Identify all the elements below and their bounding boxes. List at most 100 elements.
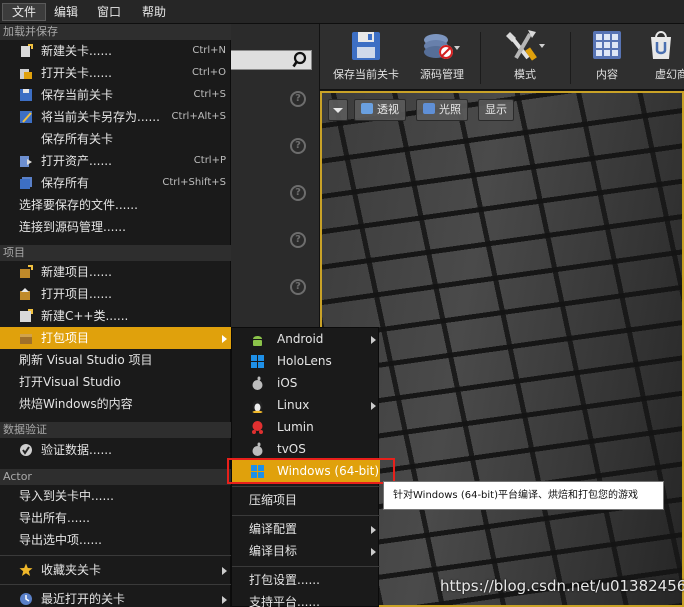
menu-window[interactable]: 窗口 — [88, 3, 130, 21]
export-selected-item[interactable]: 导出选中项...... — [0, 529, 231, 551]
submenu-label: iOS — [277, 376, 298, 390]
open-visual-studio-item[interactable]: 打开Visual Studio — [0, 371, 231, 393]
item-shortcut: Ctrl+N — [192, 45, 226, 56]
platform-android-item[interactable]: Android — [232, 328, 380, 350]
tools-icon — [506, 30, 545, 61]
save-level-as-item[interactable]: 将当前关卡另存为...... Ctrl+Alt+S — [0, 106, 231, 128]
open-level-item[interactable]: 打开关卡...... Ctrl+O — [0, 62, 231, 84]
package-project-item[interactable]: 打包项目 — [0, 327, 231, 349]
help-icon[interactable]: ? — [290, 279, 306, 295]
platform-tvos-item[interactable]: tvOS — [232, 438, 380, 460]
menu-divider — [0, 584, 231, 585]
content-button[interactable]: 内容 — [578, 24, 636, 90]
submenu-label: Linux — [277, 398, 310, 412]
item-shortcut: Ctrl+Shift+S — [162, 177, 226, 188]
section-header: 加载并保存 — [0, 24, 231, 40]
help-icon[interactable]: ? — [290, 91, 306, 107]
zip-project-item[interactable]: 压缩项目 — [232, 489, 380, 511]
refresh-visual-studio-item[interactable]: 刷新 Visual Studio 项目 — [0, 349, 231, 371]
item-label: 打开Visual Studio — [19, 375, 121, 389]
item-label: 最近打开的关卡 — [41, 592, 126, 606]
item-label: 新建C++类...... — [41, 309, 129, 323]
new-level-item[interactable]: 新建关卡...... Ctrl+N — [0, 40, 231, 62]
search-icon[interactable] — [292, 51, 310, 69]
build-configuration-item[interactable]: 编译配置 — [232, 518, 380, 540]
toolbar-label: 虚幻商城 — [655, 68, 684, 81]
item-label: 验证数据...... — [41, 443, 112, 457]
save-level-button[interactable]: 保存当前关卡 — [324, 24, 408, 90]
item-label: 刷新 Visual Studio 项目 — [19, 353, 153, 367]
annotation-highlight-box — [227, 458, 395, 484]
open-level-icon — [20, 69, 32, 79]
android-icon — [253, 336, 262, 346]
item-shortcut: Ctrl+Alt+S — [171, 111, 226, 122]
platform-linux-item[interactable]: Linux — [232, 394, 380, 416]
submenu-label: Android — [277, 332, 324, 346]
marketplace-button[interactable]: 虚幻商城 — [638, 24, 684, 90]
submenu-label: 编译配置 — [249, 522, 298, 536]
supported-platforms-item[interactable]: 支持平台...... — [232, 591, 380, 607]
cook-windows-content-item[interactable]: 烘焙Windows的内容 — [0, 393, 231, 415]
item-label: 导出选中项...... — [19, 533, 102, 547]
clock-icon — [20, 593, 32, 605]
help-icon[interactable]: ? — [290, 138, 306, 154]
submenu-label: 支持平台...... — [249, 595, 320, 607]
submenu-label: tvOS — [277, 442, 306, 456]
toolbar-label: 源码管理 — [420, 68, 464, 81]
submenu-arrow-icon — [222, 596, 227, 604]
show-button[interactable]: 显示 — [478, 99, 514, 121]
item-label: 保存所有 — [41, 176, 90, 190]
build-target-item[interactable]: 编译目标 — [232, 540, 380, 562]
open-asset-item[interactable]: 打开资产...... Ctrl+P — [0, 150, 231, 172]
new-project-item[interactable]: 新建项目...... — [0, 261, 231, 283]
submenu-label: 打包设置...... — [249, 573, 320, 587]
lit-label: 光照 — [439, 103, 461, 116]
perspective-button[interactable]: 透视 — [354, 99, 406, 121]
save-all-item[interactable]: 保存所有 Ctrl+Shift+S — [0, 172, 231, 194]
submenu-arrow-icon — [222, 567, 227, 575]
save-all-levels-item[interactable]: 保存所有关卡 — [0, 128, 231, 150]
toolbar-divider — [480, 32, 481, 84]
viewport-options-button[interactable] — [328, 99, 348, 121]
save-current-level-item[interactable]: 保存当前关卡 Ctrl+S — [0, 84, 231, 106]
export-all-item[interactable]: 导出所有...... — [0, 507, 231, 529]
windows-logo-icon — [251, 355, 264, 368]
item-label: 打开资产...... — [41, 154, 112, 168]
platform-lumin-item[interactable]: Lumin — [232, 416, 380, 438]
recent-levels-item[interactable]: 最近打开的关卡 — [0, 588, 231, 607]
perspective-cube-icon — [361, 103, 373, 114]
save-as-icon — [20, 111, 32, 123]
toolbar-label: 模式 — [514, 68, 536, 81]
menu-edit[interactable]: 编辑 — [45, 3, 87, 21]
modes-button[interactable]: 模式 — [492, 24, 558, 90]
menu-file[interactable]: 文件 — [2, 3, 47, 21]
packaging-settings-item[interactable]: 打包设置...... — [232, 569, 380, 591]
menu-help[interactable]: 帮助 — [133, 3, 175, 21]
lit-button[interactable]: 光照 — [416, 99, 468, 121]
platform-hololens-item[interactable]: HoloLens — [232, 350, 380, 372]
menu-divider — [232, 566, 380, 567]
item-label: 连接到源码管理...... — [19, 220, 126, 234]
platform-ios-item[interactable]: iOS — [232, 372, 380, 394]
apple-icon — [252, 376, 263, 390]
new-cpp-class-item[interactable]: 新建C++类...... — [0, 305, 231, 327]
submenu-label: 压缩项目 — [249, 493, 298, 507]
import-into-level-item[interactable]: 导入到关卡中...... — [0, 485, 231, 507]
open-project-item[interactable]: 打开项目...... — [0, 283, 231, 305]
favorite-levels-item[interactable]: 收藏夹关卡 — [0, 559, 231, 581]
help-icon[interactable]: ? — [290, 185, 306, 201]
new-class-icon — [20, 309, 33, 322]
open-asset-icon — [20, 156, 32, 167]
help-icon[interactable]: ? — [290, 232, 306, 248]
submenu-arrow-icon — [371, 526, 376, 534]
choose-files-to-save-item[interactable]: 选择要保存的文件...... — [0, 194, 231, 216]
submenu-arrow-icon — [371, 548, 376, 556]
source-control-button[interactable]: 源码管理 — [410, 24, 474, 90]
item-label: 保存所有关卡 — [41, 132, 114, 146]
submenu-arrow-icon — [371, 336, 376, 344]
linux-penguin-icon — [252, 400, 263, 413]
validate-data-item[interactable]: 验证数据...... — [0, 439, 231, 461]
section-header: Actor — [0, 469, 231, 485]
connect-source-control-item[interactable]: 连接到源码管理...... — [0, 216, 231, 238]
menu-divider — [232, 515, 380, 516]
